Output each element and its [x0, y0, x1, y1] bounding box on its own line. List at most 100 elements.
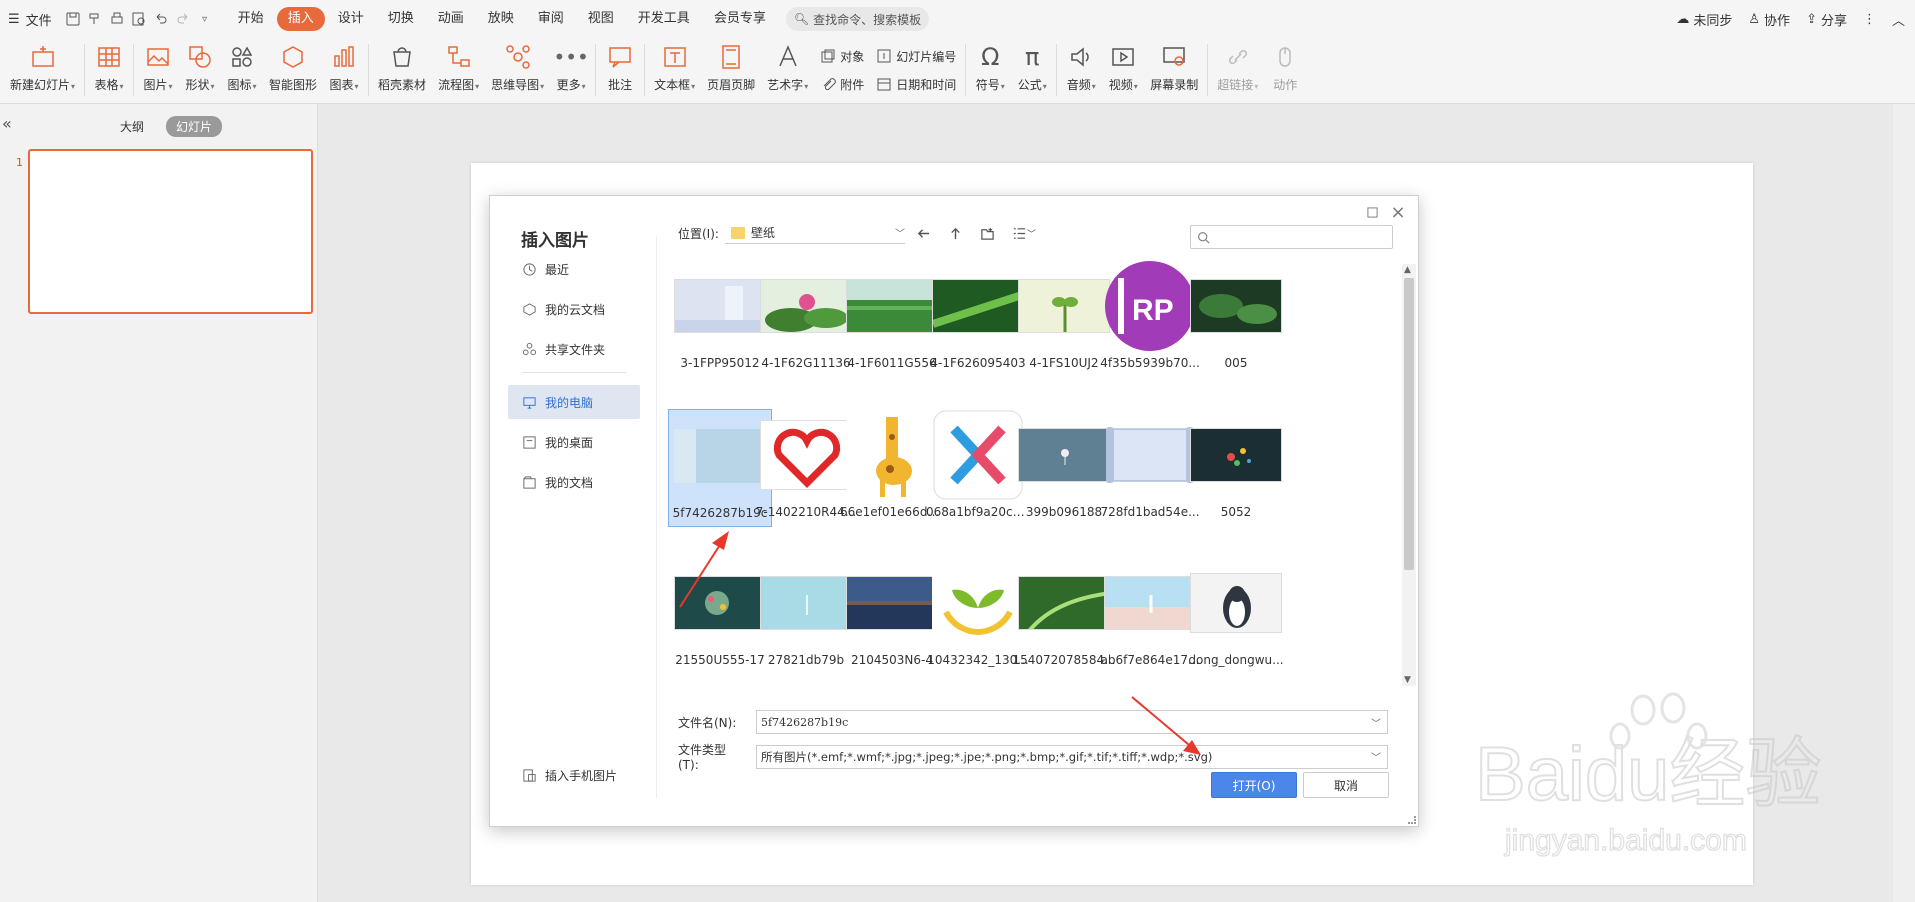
scroll-up-icon[interactable]: ▲: [1404, 265, 1411, 275]
file-grid: 3-1FPP95012 4-1F62G11136 4-1F6011G556 4-…: [666, 260, 1396, 686]
tab-design[interactable]: 设计: [327, 7, 375, 31]
location-row: 位置(I): 壁纸 ﹀ ﹀: [678, 222, 1041, 244]
file-thumbnail: [674, 557, 766, 649]
new-folder-icon[interactable]: [975, 222, 1001, 244]
close-icon[interactable]: ×: [1388, 202, 1408, 223]
file-thumbnail: [1104, 409, 1196, 501]
insert-phone-picture[interactable]: 插入手机图片: [508, 760, 617, 790]
tab-review[interactable]: 审阅: [527, 7, 575, 31]
filename-input[interactable]: 5f7426287b19c ﹀: [756, 710, 1388, 734]
scrollbar-thumb[interactable]: [1404, 278, 1414, 570]
nav-shared-folder[interactable]: 共享文件夹: [508, 332, 640, 366]
screen-record-label: 屏幕录制: [1150, 78, 1199, 92]
format-painter-icon[interactable]: [84, 8, 106, 30]
clock-icon: [523, 262, 536, 276]
cancel-button[interactable]: 取消: [1303, 772, 1389, 798]
customize-quick-access-icon[interactable]: ▿: [194, 8, 216, 30]
redo-icon[interactable]: [172, 8, 194, 30]
screen-record-button[interactable]: 屏幕录制: [1144, 42, 1204, 98]
print-icon[interactable]: [106, 8, 128, 30]
nav-recent[interactable]: 最近: [508, 252, 640, 286]
shape-button[interactable]: 形状▾: [179, 42, 221, 98]
dropdown-caret-icon: ▾: [354, 82, 359, 91]
slide-thumbnail[interactable]: [28, 149, 313, 314]
mindmap-button[interactable]: 思维导图▾: [485, 42, 550, 98]
tab-home[interactable]: 开始: [227, 7, 275, 31]
tab-view[interactable]: 视图: [577, 7, 625, 31]
dropdown-caret-icon: ▾: [1042, 82, 1047, 91]
save-icon[interactable]: [62, 8, 84, 30]
chart-button[interactable]: 图表▾: [323, 42, 365, 98]
collab-button[interactable]: ♙ 协作: [1748, 10, 1790, 29]
smart-graphic-button[interactable]: 智能图形: [263, 42, 323, 98]
filetype-select[interactable]: 所有图片(*.emf;*.wmf;*.jpg;*.jpeg;*.jpe;*.pn…: [756, 744, 1388, 769]
print-preview-icon[interactable]: [128, 8, 150, 30]
tab-outline[interactable]: 大纲: [110, 116, 154, 137]
tab-insert[interactable]: 插入: [276, 7, 325, 31]
object-button[interactable]: 对象: [820, 48, 864, 65]
sync-label: 未同步: [1693, 13, 1733, 29]
textbox-label: 文本框▾: [654, 76, 695, 93]
tab-member[interactable]: 会员专享: [703, 7, 777, 31]
flowchart-label: 流程图▾: [438, 76, 479, 93]
tab-animation[interactable]: 动画: [427, 7, 475, 31]
table-button[interactable]: 表格▾: [88, 42, 130, 98]
tab-transitions[interactable]: 切换: [377, 7, 425, 31]
nav-cloud-docs[interactable]: 我的云文档: [508, 292, 640, 326]
view-mode-icon[interactable]: ﹀: [1007, 222, 1041, 244]
textbox-button[interactable]: 文本框▾: [648, 42, 701, 98]
panel-view-tabs: 大纲 幻灯片: [110, 116, 223, 137]
audio-button[interactable]: 音频▾: [1060, 42, 1102, 98]
sync-button[interactable]: ☁ 未同步: [1676, 10, 1732, 29]
picture-button[interactable]: 图片▾: [137, 42, 179, 98]
comment-button[interactable]: 批注: [599, 42, 641, 98]
nav-desktop-label: 我的桌面: [545, 435, 594, 450]
hyperlink-button[interactable]: 超链接▾: [1211, 42, 1264, 98]
command-search[interactable]: 🔍︎ 查找命令、搜索模板: [785, 7, 930, 31]
symbol-button[interactable]: Ω 符号▾: [969, 42, 1011, 98]
file-grid-scrollbar[interactable]: ▲ ▼: [1402, 264, 1416, 686]
attachment-button[interactable]: 附件: [820, 76, 864, 93]
more-options-icon[interactable]: ⋮: [1863, 12, 1876, 27]
maximize-icon[interactable]: [1362, 202, 1382, 222]
omega-icon: Ω: [981, 43, 1000, 71]
new-slide-button[interactable]: 新建幻灯片▾: [4, 42, 81, 98]
file-thumbnail: [1018, 557, 1110, 649]
file-item[interactable]: 005: [1184, 260, 1288, 378]
up-arrow-icon[interactable]: [943, 222, 969, 244]
back-arrow-icon[interactable]: [911, 222, 937, 244]
nav-documents[interactable]: 我的文档: [508, 465, 640, 499]
slide-number-button[interactable]: 幻灯片编号: [876, 48, 956, 65]
material-button[interactable]: 稻壳素材: [372, 42, 432, 98]
video-button[interactable]: 视频▾: [1102, 42, 1144, 98]
tab-developer[interactable]: 开发工具: [627, 7, 701, 31]
nav-desktop[interactable]: 我的桌面: [508, 425, 640, 459]
file-item[interactable]: dong_dongwu...: [1184, 557, 1288, 675]
header-footer-button[interactable]: 页眉页脚: [701, 42, 761, 98]
divider: [644, 44, 646, 96]
undo-icon[interactable]: [150, 8, 172, 30]
location-select[interactable]: 壁纸 ﹀: [724, 222, 905, 244]
nav-my-computer[interactable]: 我的电脑: [508, 385, 640, 419]
resize-grip-icon[interactable]: [1408, 816, 1416, 824]
tab-slideshow[interactable]: 放映: [477, 7, 525, 31]
more-button[interactable]: ••• 更多▾: [550, 42, 592, 98]
datetime-button[interactable]: 日期和时间: [876, 76, 956, 93]
tab-slides[interactable]: 幻灯片: [166, 116, 223, 137]
collapse-ribbon-icon[interactable]: ︿: [1892, 10, 1905, 29]
file-menu[interactable]: ☰ 文件: [8, 6, 52, 32]
formula-button[interactable]: π 公式▾: [1011, 42, 1053, 98]
nav-my-computer-label: 我的电脑: [545, 395, 594, 410]
icon-button[interactable]: 图标▾: [221, 42, 263, 98]
file-item[interactable]: 5052: [1184, 409, 1288, 527]
mindmap-icon: [503, 42, 533, 72]
flowchart-button[interactable]: 流程图▾: [432, 42, 485, 98]
file-search-input[interactable]: [1190, 225, 1393, 249]
action-button[interactable]: 动作: [1264, 42, 1306, 98]
wordart-button[interactable]: 艺术字▾: [761, 42, 814, 98]
open-button[interactable]: 打开(O): [1211, 772, 1297, 798]
collapse-panel-icon[interactable]: «: [2, 114, 12, 133]
scroll-down-icon[interactable]: ▼: [1404, 675, 1411, 685]
share-button[interactable]: ⇪ 分享: [1806, 10, 1847, 29]
hyperlink-label: 超链接▾: [1217, 76, 1258, 93]
